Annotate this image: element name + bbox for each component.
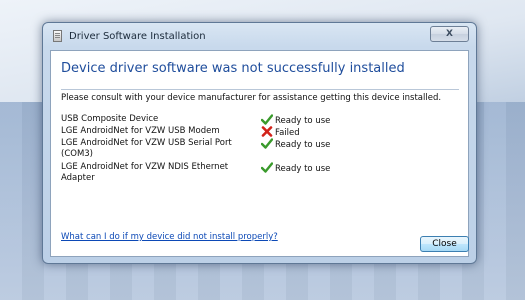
- check-icon: [260, 114, 274, 125]
- dialog-content: Device driver software was not successfu…: [50, 50, 469, 257]
- device-status: Ready to use: [260, 162, 331, 175]
- device-status-text: Ready to use: [275, 164, 331, 174]
- device-name: LGE AndroidNet for VZW NDIS Ethernet Ada…: [61, 162, 229, 183]
- window-title: Driver Software Installation: [69, 31, 206, 42]
- driver-install-dialog: Driver Software Installation X Device dr…: [42, 22, 477, 264]
- error-x-icon: [261, 126, 273, 137]
- device-name: LGE AndroidNet for VZW USB Modem: [61, 126, 220, 136]
- device-status: Ready to use: [260, 138, 331, 151]
- device-row: LGE AndroidNet for VZW USB Serial Port (…: [61, 138, 461, 162]
- dialog-headline: Device driver software was not successfu…: [61, 61, 405, 76]
- divider: [61, 89, 459, 90]
- device-status-text: Failed: [275, 128, 300, 138]
- app-document-icon: [53, 30, 62, 42]
- check-icon: [260, 138, 274, 149]
- device-name: LGE AndroidNet for VZW USB Serial Port (…: [61, 138, 232, 159]
- help-link[interactable]: What can I do if my device did not insta…: [61, 232, 278, 242]
- close-button[interactable]: Close: [420, 236, 469, 252]
- check-icon: [260, 162, 274, 173]
- window-close-button[interactable]: X: [430, 26, 469, 42]
- instruction-text: Please consult with your device manufact…: [61, 93, 442, 103]
- device-row: LGE AndroidNet for VZW NDIS Ethernet Ada…: [61, 162, 461, 186]
- device-status-text: Ready to use: [275, 140, 331, 150]
- title-bar[interactable]: Driver Software Installation X: [43, 23, 476, 49]
- device-status-text: Ready to use: [275, 116, 331, 126]
- device-name: USB Composite Device: [61, 114, 159, 124]
